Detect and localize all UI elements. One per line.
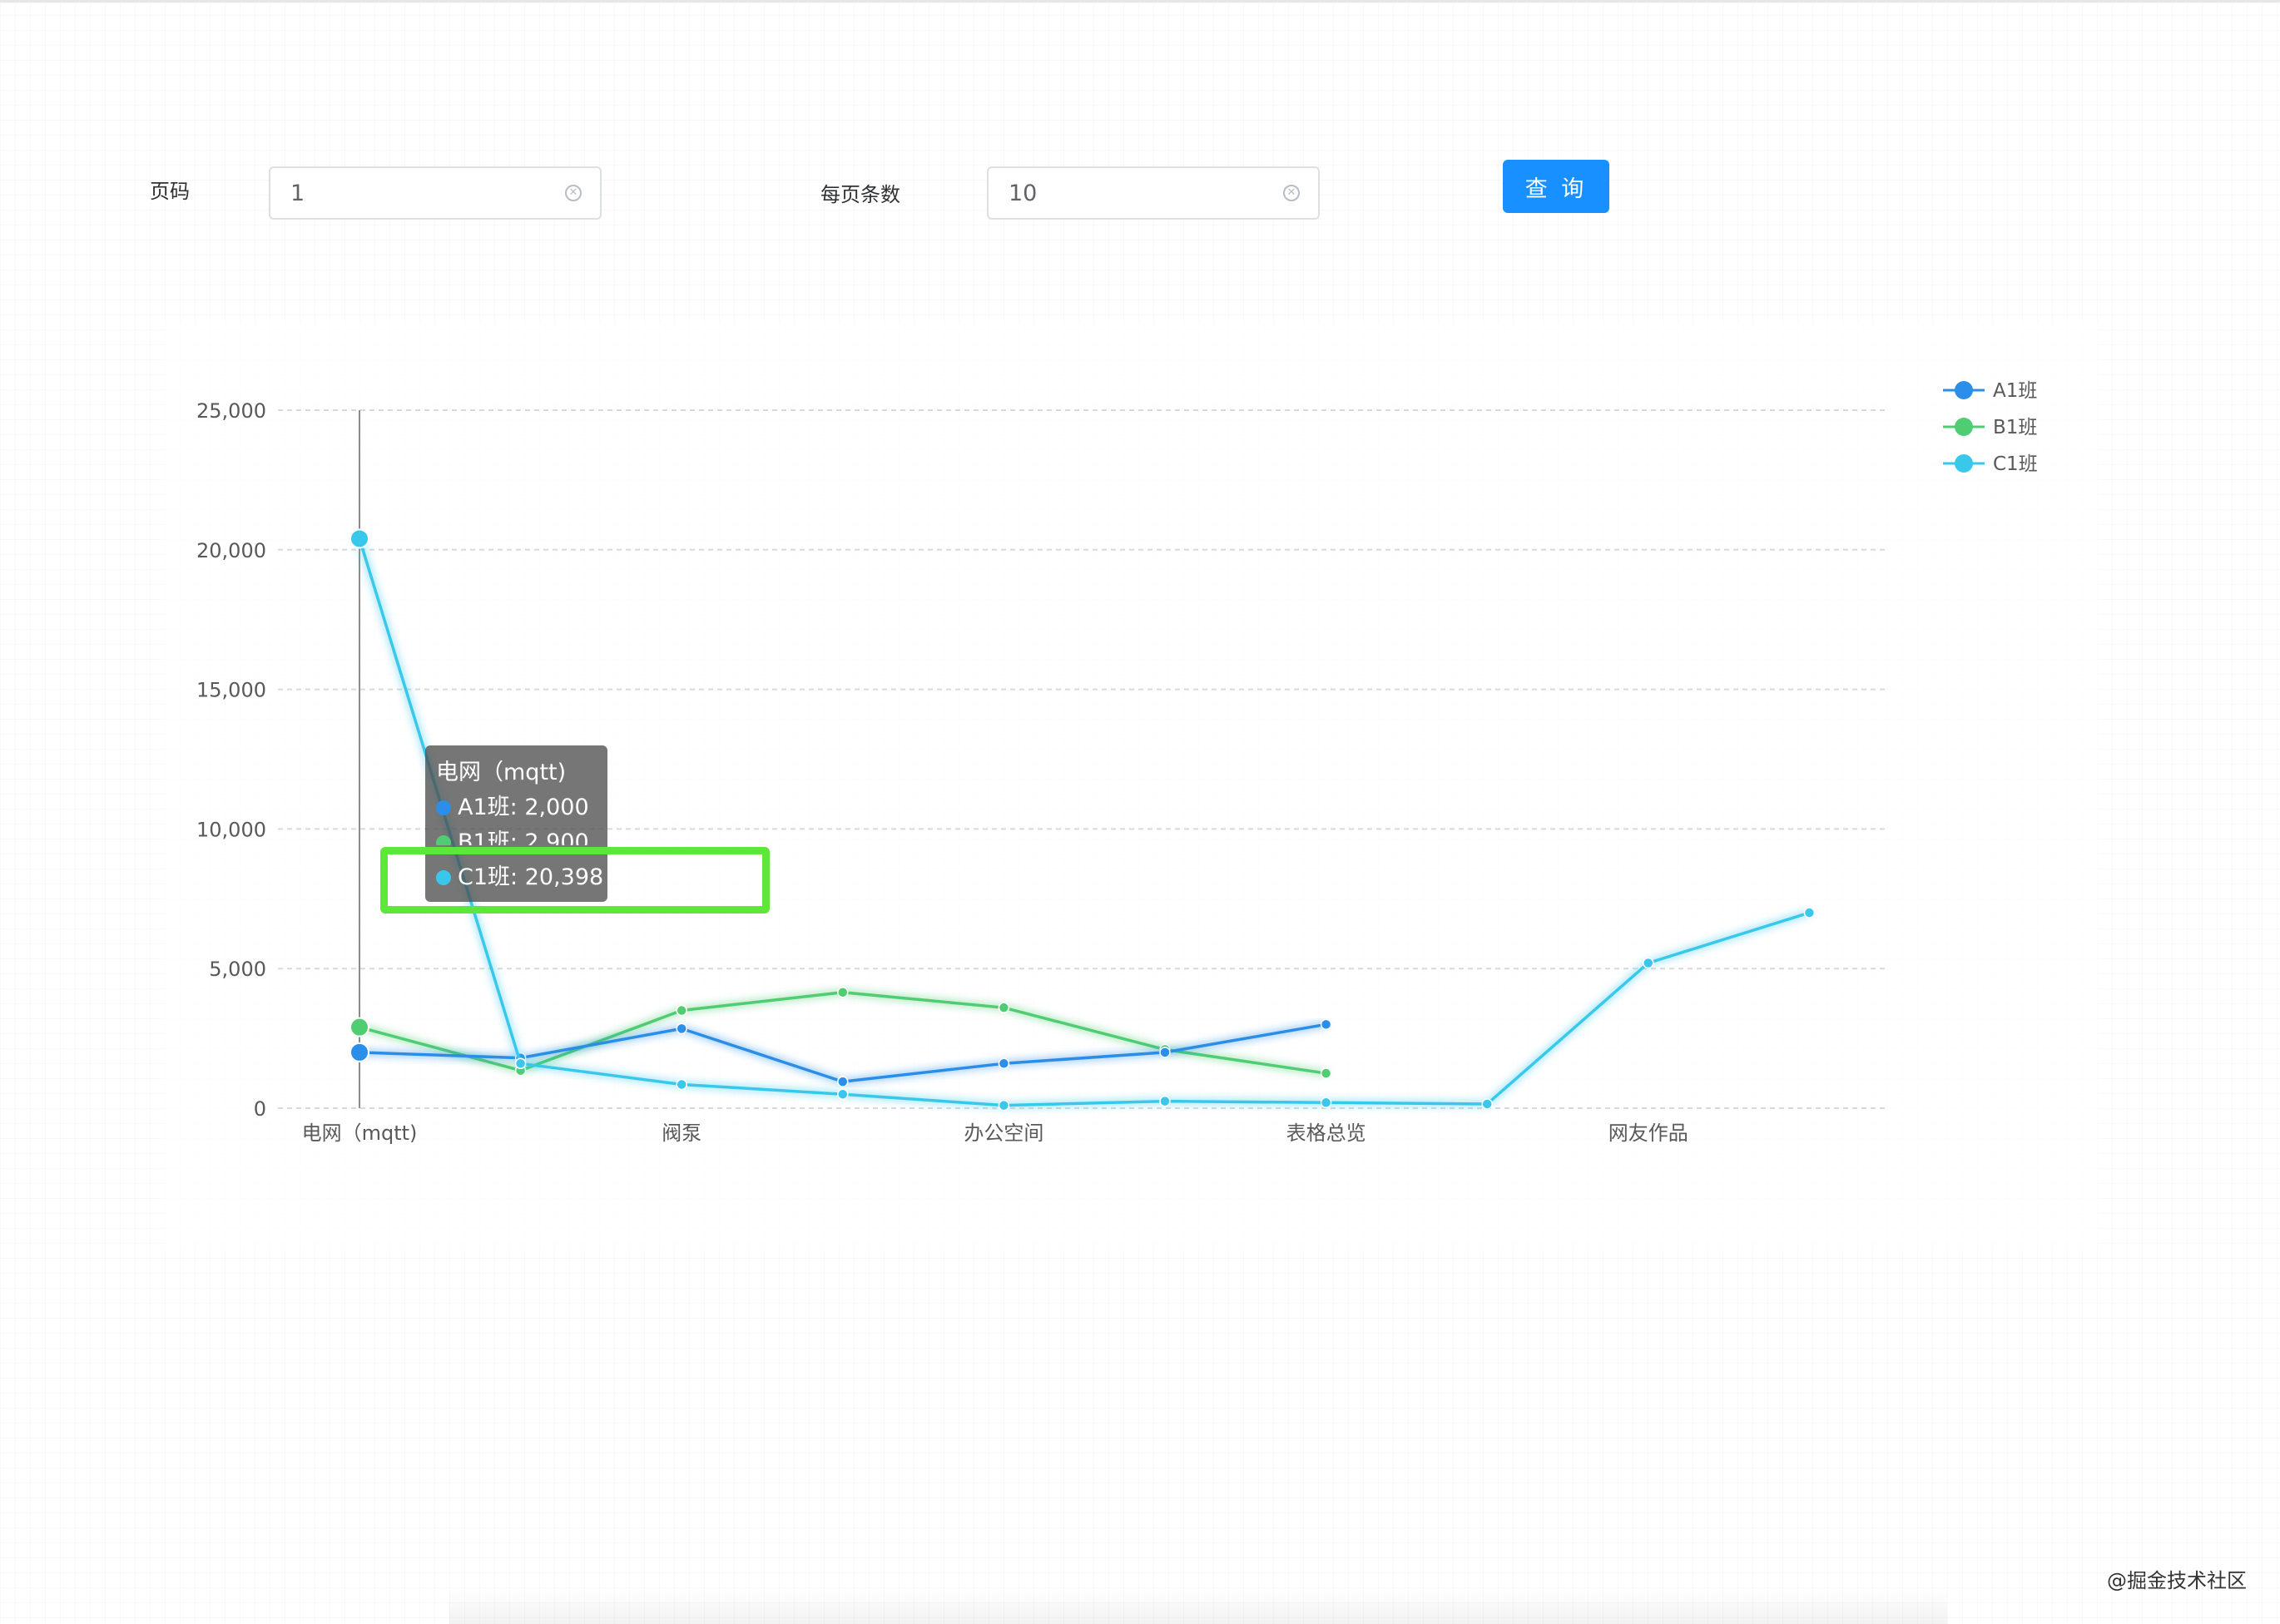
data-point-C1班: [676, 1078, 687, 1091]
data-point-A1班: [349, 1042, 369, 1062]
tooltip-row-b1: B1班: 2,900: [436, 824, 589, 845]
data-point-A1班: [676, 1022, 687, 1035]
data-point-C1班: [1159, 1095, 1171, 1107]
bottom-shadow: [449, 1589, 1947, 1624]
tooltip-dot-a1: [436, 800, 451, 815]
x-tick-label: 网友作品: [1608, 1121, 1688, 1145]
watermark: @掘金技术社区: [2107, 1569, 2247, 1592]
data-point-C1班: [1643, 957, 1654, 969]
data-point-B1班: [676, 1004, 687, 1017]
line-chart: 0 5,000 10,000 15,000 20,000 25,000 电网（mqtt) 阀泵…: [196, 380, 2038, 1145]
data-point-A1班: [1320, 1018, 1332, 1031]
data-point-A1班: [998, 1057, 1010, 1070]
data-point-B1班: [998, 1002, 1010, 1013]
data-point-C1班: [998, 1099, 1010, 1112]
data-point-A1班: [837, 1076, 849, 1087]
data-point-B1班: [1320, 1067, 1332, 1079]
data-point-B1班: [349, 1017, 369, 1037]
legend-label-A1班: A1班: [1993, 380, 2037, 402]
legend-marker-B1班: [1955, 418, 1973, 436]
y-tick-label: 0: [254, 1097, 266, 1121]
tooltip-label-b1: B1班: 2,900: [458, 829, 589, 845]
legend-label-B1班: B1班: [1993, 417, 2037, 438]
legend-label-C1班: C1班: [1993, 453, 2038, 475]
tooltip-title: 电网（mqtt): [436, 760, 567, 785]
data-point-C1班: [514, 1057, 527, 1070]
series-line-B1班: [359, 990, 1326, 1075]
y-tick-label: 15,000: [196, 679, 266, 702]
tooltip-dot-b1: [436, 835, 451, 845]
y-tick-label: 5,000: [209, 958, 266, 981]
x-tick-label: 阀泵: [662, 1121, 701, 1145]
x-tick-label: 电网（mqtt): [302, 1121, 418, 1145]
y-tick-label: 10,000: [196, 818, 266, 841]
data-point-C1班: [1481, 1098, 1493, 1110]
highlight-annotation-box: [380, 847, 770, 914]
data-point-C1班: [837, 1088, 849, 1100]
x-tick-label: 表格总览: [1286, 1121, 1366, 1145]
data-point-A1班: [1159, 1047, 1171, 1058]
data-point-C1班: [349, 528, 369, 549]
data-point-C1班: [1320, 1097, 1332, 1109]
tooltip-row-a1: A1班: 2,000: [436, 789, 589, 821]
x-tick-label: 办公空间: [964, 1121, 1043, 1145]
legend-marker-C1班: [1955, 454, 1973, 473]
data-point-C1班: [1803, 907, 1816, 918]
tooltip-label-a1: A1班: 2,000: [458, 795, 589, 820]
data-point-B1班: [837, 986, 849, 998]
y-tick-label: 20,000: [196, 539, 266, 562]
y-tick-label: 25,000: [196, 399, 266, 423]
legend-marker-A1班: [1955, 381, 1973, 399]
